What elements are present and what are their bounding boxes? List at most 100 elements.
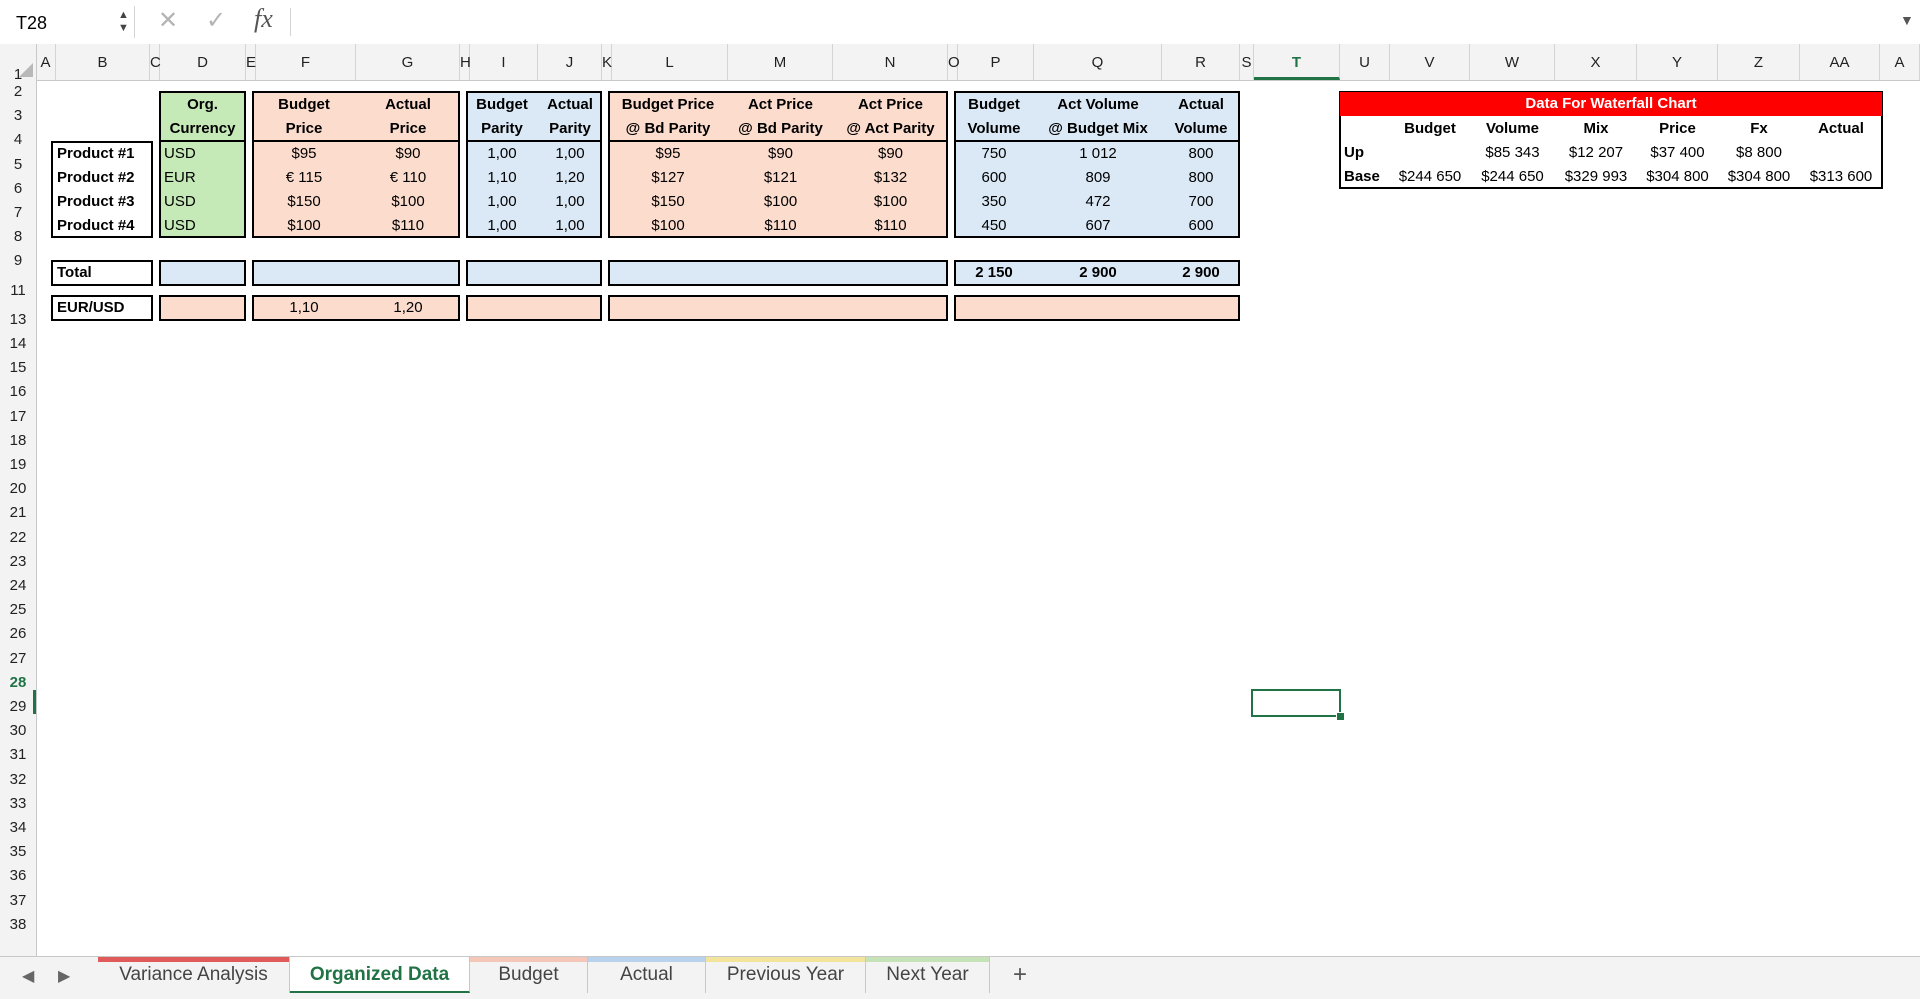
header-bp-bd-2[interactable]: @ Bd Parity — [608, 117, 728, 141]
column-header-O[interactable]: O — [948, 44, 960, 80]
cell-actual-price[interactable]: € 110 — [356, 166, 460, 190]
cell-ap-bd[interactable]: $121 — [728, 166, 833, 190]
header-org-1[interactable]: Org. — [159, 93, 246, 117]
cell-currency[interactable]: USD — [164, 214, 196, 238]
cell-budget-price[interactable]: € 115 — [252, 166, 356, 190]
waterfall-value[interactable]: $37 400 — [1637, 141, 1718, 165]
cell-act-volume-mix[interactable]: 607 — [1034, 214, 1162, 238]
cell-ap-act[interactable]: $110 — [833, 214, 948, 238]
cell-currency[interactable]: EUR — [164, 166, 196, 190]
header-budget-volume-2[interactable]: Volume — [954, 117, 1034, 141]
cell-budget-price[interactable]: $95 — [252, 142, 356, 166]
column-header-P[interactable]: P — [958, 44, 1034, 80]
row-header-27[interactable]: 27 — [0, 647, 36, 671]
row-header-7[interactable]: 7 — [0, 201, 36, 225]
header-budget-volume-1[interactable]: Budget — [954, 93, 1034, 117]
column-header-Q[interactable]: Q — [1034, 44, 1162, 80]
cell-actual-price[interactable]: $90 — [356, 142, 460, 166]
active-cell-T28[interactable] — [1251, 689, 1341, 717]
row-header-15[interactable]: 15 — [0, 356, 36, 380]
cell-actual-parity[interactable]: 1,20 — [538, 166, 602, 190]
waterfall-value[interactable]: $244 650 — [1390, 165, 1470, 189]
eurusd-budget[interactable]: 1,10 — [252, 296, 356, 320]
cell-budget-price[interactable]: $100 — [252, 214, 356, 238]
header-actual-price-2[interactable]: Price — [356, 117, 460, 141]
cell-ap-bd[interactable]: $110 — [728, 214, 833, 238]
row-header-32[interactable]: 32 — [0, 768, 36, 792]
sheet-tab-previous-year[interactable]: Previous Year — [706, 957, 866, 993]
row-header-36[interactable]: 36 — [0, 864, 36, 888]
enter-icon[interactable]: ✓ — [206, 6, 226, 35]
cell-actual-parity[interactable]: 1,00 — [538, 190, 602, 214]
cell-act-volume-mix[interactable]: 1 012 — [1034, 142, 1162, 166]
row-header-11[interactable]: 11 — [0, 279, 36, 303]
add-sheet-button[interactable]: + — [1000, 957, 1040, 993]
waterfall-value[interactable]: $12 207 — [1555, 141, 1637, 165]
cell-bp-bd[interactable]: $127 — [608, 166, 728, 190]
cell-actual-volume[interactable]: 600 — [1162, 214, 1240, 238]
column-header-V[interactable]: V — [1390, 44, 1470, 80]
sheet-tab-variance-analysis[interactable]: Variance Analysis — [98, 957, 290, 993]
row-header-16[interactable]: 16 — [0, 380, 36, 404]
cell-budget-volume[interactable]: 450 — [954, 214, 1034, 238]
expand-formula-bar-icon[interactable]: ▼ — [1900, 12, 1914, 28]
waterfall-header-volume[interactable]: Volume — [1470, 117, 1555, 141]
column-header-A[interactable]: A — [1880, 44, 1920, 80]
cell-ap-bd[interactable]: $100 — [728, 190, 833, 214]
cell-budget-price[interactable]: $150 — [252, 190, 356, 214]
cell-currency[interactable]: USD — [164, 142, 196, 166]
cell-currency[interactable]: USD — [164, 190, 196, 214]
column-header-N[interactable]: N — [833, 44, 948, 80]
row-header-23[interactable]: 23 — [0, 550, 36, 574]
column-header-J[interactable]: J — [538, 44, 602, 80]
cell-ap-bd[interactable]: $90 — [728, 142, 833, 166]
cell-bp-bd[interactable]: $150 — [608, 190, 728, 214]
row-header-5[interactable]: 5 — [0, 153, 36, 177]
cell-budget-parity[interactable]: 1,00 — [466, 190, 538, 214]
name-box[interactable]: T28 ▲ ▼ — [4, 6, 135, 38]
column-header-S[interactable]: S — [1240, 44, 1254, 80]
row-header-33[interactable]: 33 — [0, 792, 36, 816]
cell-budget-parity[interactable]: 1,00 — [466, 214, 538, 238]
column-header-C[interactable]: C — [150, 44, 161, 80]
waterfall-value[interactable]: $244 650 — [1470, 165, 1555, 189]
cell-actual-volume[interactable]: 700 — [1162, 190, 1240, 214]
column-header-M[interactable]: M — [728, 44, 833, 80]
column-header-AA[interactable]: AA — [1800, 44, 1880, 80]
row-header-2[interactable]: 2 — [0, 80, 36, 104]
row-header-29[interactable]: 29 — [0, 695, 36, 719]
fill-handle[interactable] — [1336, 712, 1345, 721]
row-header-9[interactable]: 9 — [0, 249, 36, 273]
row-header-34[interactable]: 34 — [0, 816, 36, 840]
cell-bp-bd[interactable]: $100 — [608, 214, 728, 238]
cell-actual-price[interactable]: $110 — [356, 214, 460, 238]
name-box-dropdown-icon[interactable]: ▲ ▼ — [118, 9, 129, 35]
waterfall-header-price[interactable]: Price — [1637, 117, 1718, 141]
header-ap-bd-2[interactable]: @ Bd Parity — [728, 117, 833, 141]
row-header-3[interactable]: 3 — [0, 104, 36, 128]
column-header-X[interactable]: X — [1555, 44, 1637, 80]
cell-act-volume-mix[interactable]: 809 — [1034, 166, 1162, 190]
cell-act-volume-mix[interactable]: 472 — [1034, 190, 1162, 214]
sheet-tab-budget[interactable]: Budget — [470, 957, 588, 993]
cell-actual-volume[interactable]: 800 — [1162, 166, 1240, 190]
header-budget-price-2[interactable]: Price — [252, 117, 356, 141]
column-header-Y[interactable]: Y — [1637, 44, 1718, 80]
column-header-F[interactable]: F — [256, 44, 356, 80]
header-actual-volume-2[interactable]: Volume — [1162, 117, 1240, 141]
column-header-H[interactable]: H — [460, 44, 471, 80]
scroll-tabs-left-icon[interactable]: ◀ — [22, 966, 34, 986]
cell-name[interactable]: Product #4 — [57, 214, 135, 238]
waterfall-value[interactable]: $304 800 — [1718, 165, 1800, 189]
sheet-tab-actual[interactable]: Actual — [588, 957, 706, 993]
row-header-8[interactable]: 8 — [0, 225, 36, 249]
cell-ap-act[interactable]: $132 — [833, 166, 948, 190]
column-header-W[interactable]: W — [1470, 44, 1555, 80]
sheet-tab-next-year[interactable]: Next Year — [866, 957, 990, 993]
waterfall-row-label[interactable]: Up — [1344, 141, 1364, 165]
name-box-value[interactable]: T28 — [16, 13, 47, 34]
eurusd-actual[interactable]: 1,20 — [356, 296, 460, 320]
row-header-20[interactable]: 20 — [0, 477, 36, 501]
header-actual-volume-1[interactable]: Actual — [1162, 93, 1240, 117]
row-header-31[interactable]: 31 — [0, 743, 36, 767]
